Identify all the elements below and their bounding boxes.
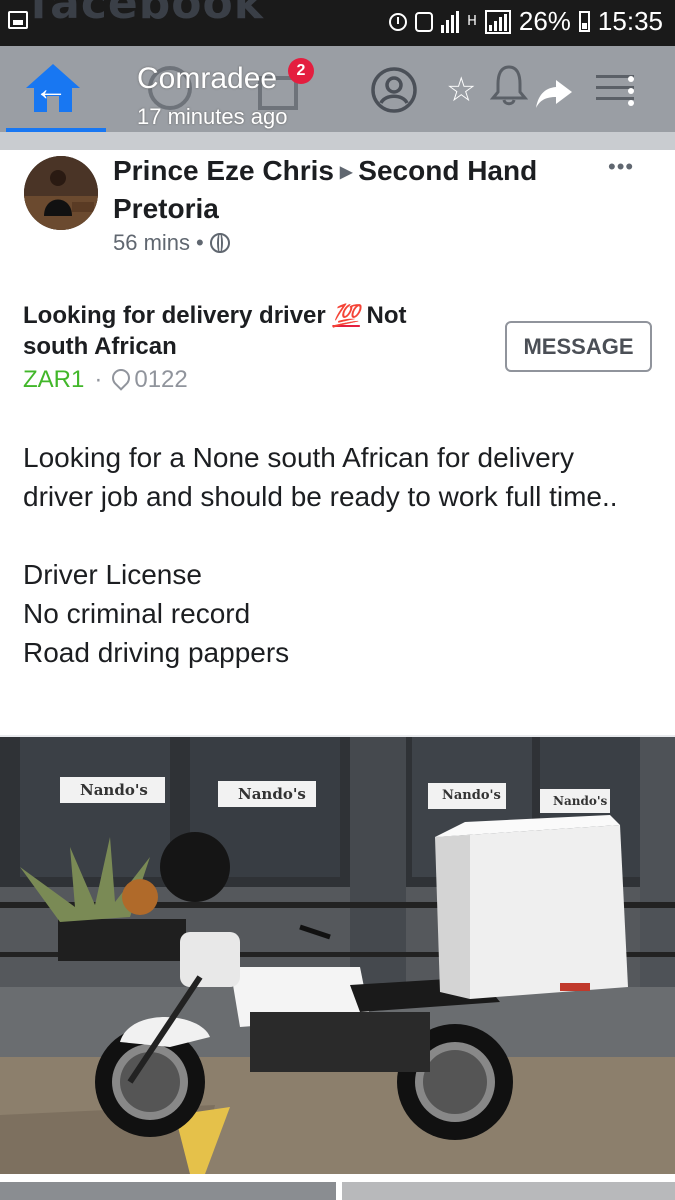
nandos-sign: Nando's: [442, 788, 501, 803]
nandos-sign: Nando's: [553, 794, 608, 808]
top-toolbar: ← 2 Comradee 17 minutes ago ☆: [0, 46, 675, 132]
post-photo[interactable]: Nando's Nando's Nando's Nando's: [0, 737, 675, 1174]
more-vertical-icon[interactable]: [628, 76, 636, 112]
listing-price: ZAR1: [23, 366, 85, 393]
post-meta: 56 mins •: [113, 230, 230, 256]
location-pin-icon: [108, 365, 135, 391]
separator-dot: ·: [94, 366, 103, 393]
photo-thumbnail[interactable]: [0, 1182, 336, 1200]
listing-location: 0122: [108, 365, 188, 394]
toolbar-divider: [0, 132, 675, 150]
post-body: Looking for a None south African for del…: [23, 442, 618, 668]
listing-title-start: Looking for delivery driver: [23, 302, 326, 329]
star-icon[interactable]: ☆: [446, 70, 476, 110]
post-time[interactable]: 56 mins: [113, 230, 190, 256]
bell-icon[interactable]: [490, 64, 528, 106]
call-icon: [415, 11, 434, 32]
notification-badge: 2: [288, 58, 314, 84]
signal-icon: [441, 10, 460, 33]
globe-icon: [209, 233, 230, 253]
location-code: 0122: [134, 366, 188, 393]
share-icon[interactable]: [534, 78, 574, 110]
photo-thumbnail[interactable]: [342, 1182, 675, 1200]
nandos-sign: Nando's: [238, 785, 306, 803]
battery-icon: [578, 11, 590, 32]
network-type: H: [467, 14, 477, 29]
clock: 15:35: [597, 6, 663, 36]
background-brand-text: facebook: [30, 0, 264, 29]
status-icons: H 26% 15:35: [389, 6, 663, 37]
gallery-icon: [8, 11, 28, 29]
avatar[interactable]: [24, 156, 98, 230]
message-button[interactable]: MESSAGE: [505, 321, 652, 372]
hundred-points-emoji: 💯: [332, 303, 360, 328]
nandos-sign: Nando's: [80, 781, 148, 799]
chat-title: Comradee: [137, 62, 278, 95]
post-card: Prince Eze Chris ▶ Second Hand Pretoria ••…: [0, 150, 675, 735]
listing-price-row: ZAR1 · 0122: [23, 365, 188, 394]
signal-icon-2: [484, 9, 511, 34]
back-arrow-icon[interactable]: ←: [34, 72, 68, 106]
more-options-icon[interactable]: •••: [608, 154, 634, 180]
home-tab[interactable]: ←: [6, 46, 106, 132]
author-name[interactable]: Prince Eze Chris: [113, 155, 334, 186]
status-bar: facebook H 26% 15:35: [0, 0, 675, 46]
battery-percent: 26%: [518, 6, 571, 36]
listing-title: Looking for delivery driver 💯 Not south …: [23, 300, 443, 362]
profile-icon[interactable]: [370, 66, 418, 114]
post-author-line: Prince Eze Chris ▶ Second Hand Pretoria: [113, 153, 593, 227]
alarm-icon: [389, 12, 408, 31]
arrow-right-icon: ▶: [339, 163, 353, 181]
chat-subtitle: 17 minutes ago: [137, 104, 288, 129]
separator-dot: •: [196, 230, 204, 255]
